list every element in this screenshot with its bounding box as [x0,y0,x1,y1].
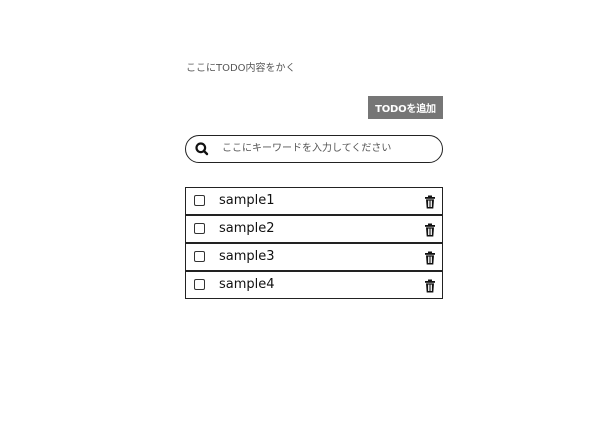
todo-list: sample1 sample2 sample3 sample4 [185,187,443,299]
trash-icon[interactable] [424,278,436,293]
search-input[interactable] [222,139,434,158]
search-icon [194,141,210,157]
trash-icon[interactable] [424,194,436,209]
todo-item: sample2 [185,215,443,243]
search-box [185,135,443,163]
todo-item: sample3 [185,243,443,271]
todo-checkbox[interactable] [194,223,205,234]
add-todo-button[interactable]: TODOを追加 [368,96,443,119]
trash-icon[interactable] [424,222,436,237]
todo-label: sample1 [219,193,275,208]
todo-label: sample3 [219,249,275,264]
todo-checkbox[interactable] [194,251,205,262]
todo-content-input[interactable] [185,58,443,78]
todo-item: sample4 [185,271,443,299]
todo-checkbox[interactable] [194,195,205,206]
todo-label: sample4 [219,277,275,292]
todo-checkbox[interactable] [194,279,205,290]
todo-item: sample1 [185,187,443,215]
todo-label: sample2 [219,221,275,236]
trash-icon[interactable] [424,250,436,265]
